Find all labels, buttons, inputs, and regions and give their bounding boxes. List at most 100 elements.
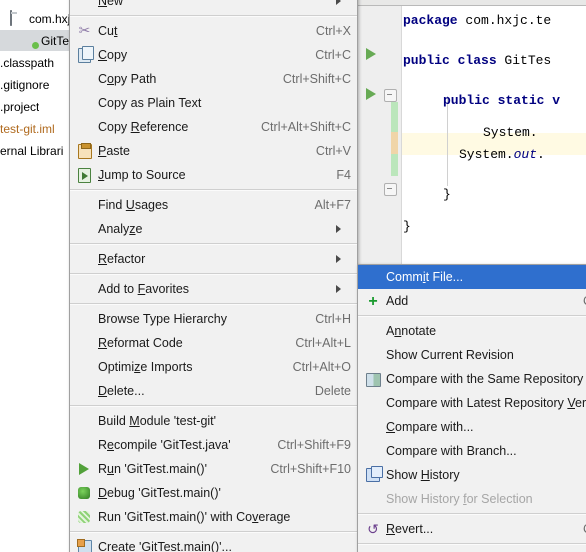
- submenu-arrow-icon: [336, 255, 351, 263]
- tree-item-classpath[interactable]: .classpath: [0, 52, 69, 73]
- menu-item-compare-with-latest-repository-ver[interactable]: Compare with Latest Repository Ver: [358, 391, 586, 415]
- menu-item-create-gittest-main[interactable]: Create 'GitTest.main()'...: [70, 535, 357, 552]
- menu-item-label: Copy Path: [98, 72, 157, 86]
- menu-item-shortcut: Ctrl+V: [315, 144, 351, 158]
- tree-item-gittest[interactable]: GitTest: [0, 30, 69, 51]
- tree-item-test-git-iml[interactable]: test-git.iml: [0, 118, 69, 139]
- tree-item-com-hxjc[interactable]: com.hxjc: [0, 8, 69, 29]
- menu-item-label: Cut: [98, 24, 118, 38]
- menu-item-label: Show Current Revision: [386, 348, 514, 362]
- menu-item-label: Compare with Latest Repository Ver: [386, 396, 586, 410]
- run-method-gutter-icon[interactable]: [366, 88, 376, 100]
- menu-item-shortcut: Ctrl+C: [315, 48, 351, 62]
- menu-item-compare-with-branch[interactable]: Compare with Branch...: [358, 439, 586, 463]
- code-token: .: [537, 147, 545, 162]
- submenu-arrow-icon: [336, 285, 351, 293]
- menu-item-icon-slot: [74, 94, 96, 112]
- menu-item-browse-type-hierarchy[interactable]: Browse Type Hierarchy Ctrl+H: [70, 307, 357, 331]
- menu-item-icon-slot: [74, 280, 96, 298]
- code-token: System.: [459, 147, 514, 162]
- tree-item-project[interactable]: .project: [0, 96, 69, 117]
- tree-item-gitignore[interactable]: .gitignore: [0, 74, 69, 95]
- debug-icon: [78, 487, 90, 499]
- menu-separator: [70, 303, 357, 305]
- menu-item-copy-as-plain-text[interactable]: Copy as Plain Text: [70, 91, 357, 115]
- menu-item-icon-slot: [362, 442, 384, 460]
- menu-item-jump-to-source[interactable]: Jump to Source F4: [70, 163, 357, 187]
- menu-item-recompile-gittest-java[interactable]: Recompile 'GitTest.java' Ctrl+Shift+F9: [70, 433, 357, 457]
- editor-context-menu[interactable]: New ✂ Cut Ctrl+X Copy Ctrl+C Copy Path Ctrl+Shi…: [69, 0, 358, 552]
- paste-icon-slot: [74, 142, 96, 160]
- menu-item-label: Copy: [98, 48, 128, 62]
- tree-item-ernal-librari[interactable]: ernal Librari: [0, 140, 69, 161]
- menu-item-reformat-code[interactable]: Reformat Code Ctrl+Alt+L: [70, 331, 357, 355]
- code-line: public class GitTes: [403, 50, 551, 72]
- menu-item-refactor[interactable]: Refactor: [70, 247, 357, 271]
- menu-item-commit-file[interactable]: Commit File...: [358, 265, 586, 289]
- menu-item-repository[interactable]: Repository: [358, 547, 586, 552]
- menu-item-shortcut: Ctrl+H: [315, 312, 351, 326]
- menu-item-label: Create 'GitTest.main()'...: [98, 540, 232, 552]
- code-token: com.hxjc.te: [457, 13, 552, 28]
- debug-icon-slot: [74, 484, 96, 502]
- menu-item-compare-with[interactable]: Compare with...: [358, 415, 586, 439]
- menu-item-label: Optimize Imports: [98, 360, 193, 374]
- menu-item-label: Refactor: [98, 252, 146, 266]
- menu-item-add[interactable]: +AddC: [358, 289, 586, 313]
- menu-item-icon-slot: [362, 322, 384, 340]
- menu-item-label: Find Usages: [98, 198, 169, 212]
- jump-to-source-icon-slot: [74, 166, 96, 184]
- code-line: }: [403, 216, 411, 238]
- menu-item-annotate[interactable]: Annotate: [358, 319, 586, 343]
- menu-item-paste[interactable]: Paste Ctrl+V: [70, 139, 357, 163]
- menu-item-new[interactable]: New: [70, 0, 357, 13]
- menu-item-shortcut: Ctrl+Shift+F10: [270, 462, 351, 476]
- menu-item-delete[interactable]: Delete... Delete: [70, 379, 357, 403]
- menu-item-copy-reference[interactable]: Copy Reference Ctrl+Alt+Shift+C: [70, 115, 357, 139]
- menu-item-shortcut: Ctrl+Shift+C: [282, 72, 351, 86]
- scissors-icon: ✂: [78, 22, 91, 38]
- menu-item-icon-slot: [74, 310, 96, 328]
- menu-item-run-gittest-main[interactable]: Run 'GitTest.main()' Ctrl+Shift+F10: [70, 457, 357, 481]
- code-fold-toggle-end[interactable]: [384, 183, 397, 196]
- menu-item-find-usages[interactable]: Find Usages Alt+F7: [70, 193, 357, 217]
- run-class-gutter-icon[interactable]: [366, 48, 376, 60]
- menu-item-label: Copy as Plain Text: [98, 96, 202, 110]
- code-fold-toggle-method[interactable]: [384, 89, 397, 102]
- menu-item-label: Copy Reference: [98, 120, 189, 134]
- menu-item-copy[interactable]: Copy Ctrl+C: [70, 43, 357, 67]
- menu-item-optimize-imports[interactable]: Optimize Imports Ctrl+Alt+O: [70, 355, 357, 379]
- menu-item-show-history[interactable]: Show History: [358, 463, 586, 487]
- menu-item-build-module-test-git[interactable]: Build Module 'test-git': [70, 409, 357, 433]
- run-icon-slot: [74, 460, 96, 478]
- menu-item-icon-slot: [74, 382, 96, 400]
- vcs-change-marker-modified: [391, 132, 398, 154]
- menu-item-label: Run 'GitTest.main()': [98, 462, 207, 476]
- menu-item-show-current-revision[interactable]: Show Current Revision: [358, 343, 586, 367]
- menu-item-debug-gittest-main[interactable]: Debug 'GitTest.main()': [70, 481, 357, 505]
- menu-separator: [358, 543, 586, 545]
- menu-item-label: Recompile 'GitTest.java': [98, 438, 231, 452]
- menu-item-copy-path[interactable]: Copy Path Ctrl+Shift+C: [70, 67, 357, 91]
- menu-item-analyze[interactable]: Analyze: [70, 217, 357, 241]
- menu-item-compare-with-the-same-repository[interactable]: Compare with the Same Repository: [358, 367, 586, 391]
- code-line: }: [403, 184, 451, 206]
- revert-icon: ↺: [367, 521, 379, 537]
- menu-item-run-gittest-main-with-coverage[interactable]: Run 'GitTest.main()' with Coverage: [70, 505, 357, 529]
- paste-icon: [78, 143, 92, 159]
- show-history-icon-slot: [362, 466, 384, 484]
- menu-item-icon-slot: [74, 0, 96, 10]
- menu-item-label: Revert...: [386, 522, 434, 536]
- menu-item-label: Add to Favorites: [98, 282, 190, 296]
- menu-item-icon-slot: [362, 394, 384, 412]
- project-tree-panel[interactable]: com.hxjc GitTest .classpath .gitignore .proj…: [0, 0, 69, 552]
- code-token: }: [443, 187, 451, 202]
- git-submenu[interactable]: Commit File...+AddC Annotate Show Current …: [357, 264, 586, 552]
- menu-item-revert[interactable]: ↺Revert...C: [358, 517, 586, 541]
- menu-item-cut[interactable]: ✂ Cut Ctrl+X: [70, 19, 357, 43]
- tree-item-label: com.hxjc: [29, 11, 69, 26]
- code-token: out: [513, 147, 538, 162]
- code-token: public class: [403, 53, 497, 68]
- tree-item-label: .gitignore: [0, 77, 50, 92]
- menu-item-add-to-favorites[interactable]: Add to Favorites: [70, 277, 357, 301]
